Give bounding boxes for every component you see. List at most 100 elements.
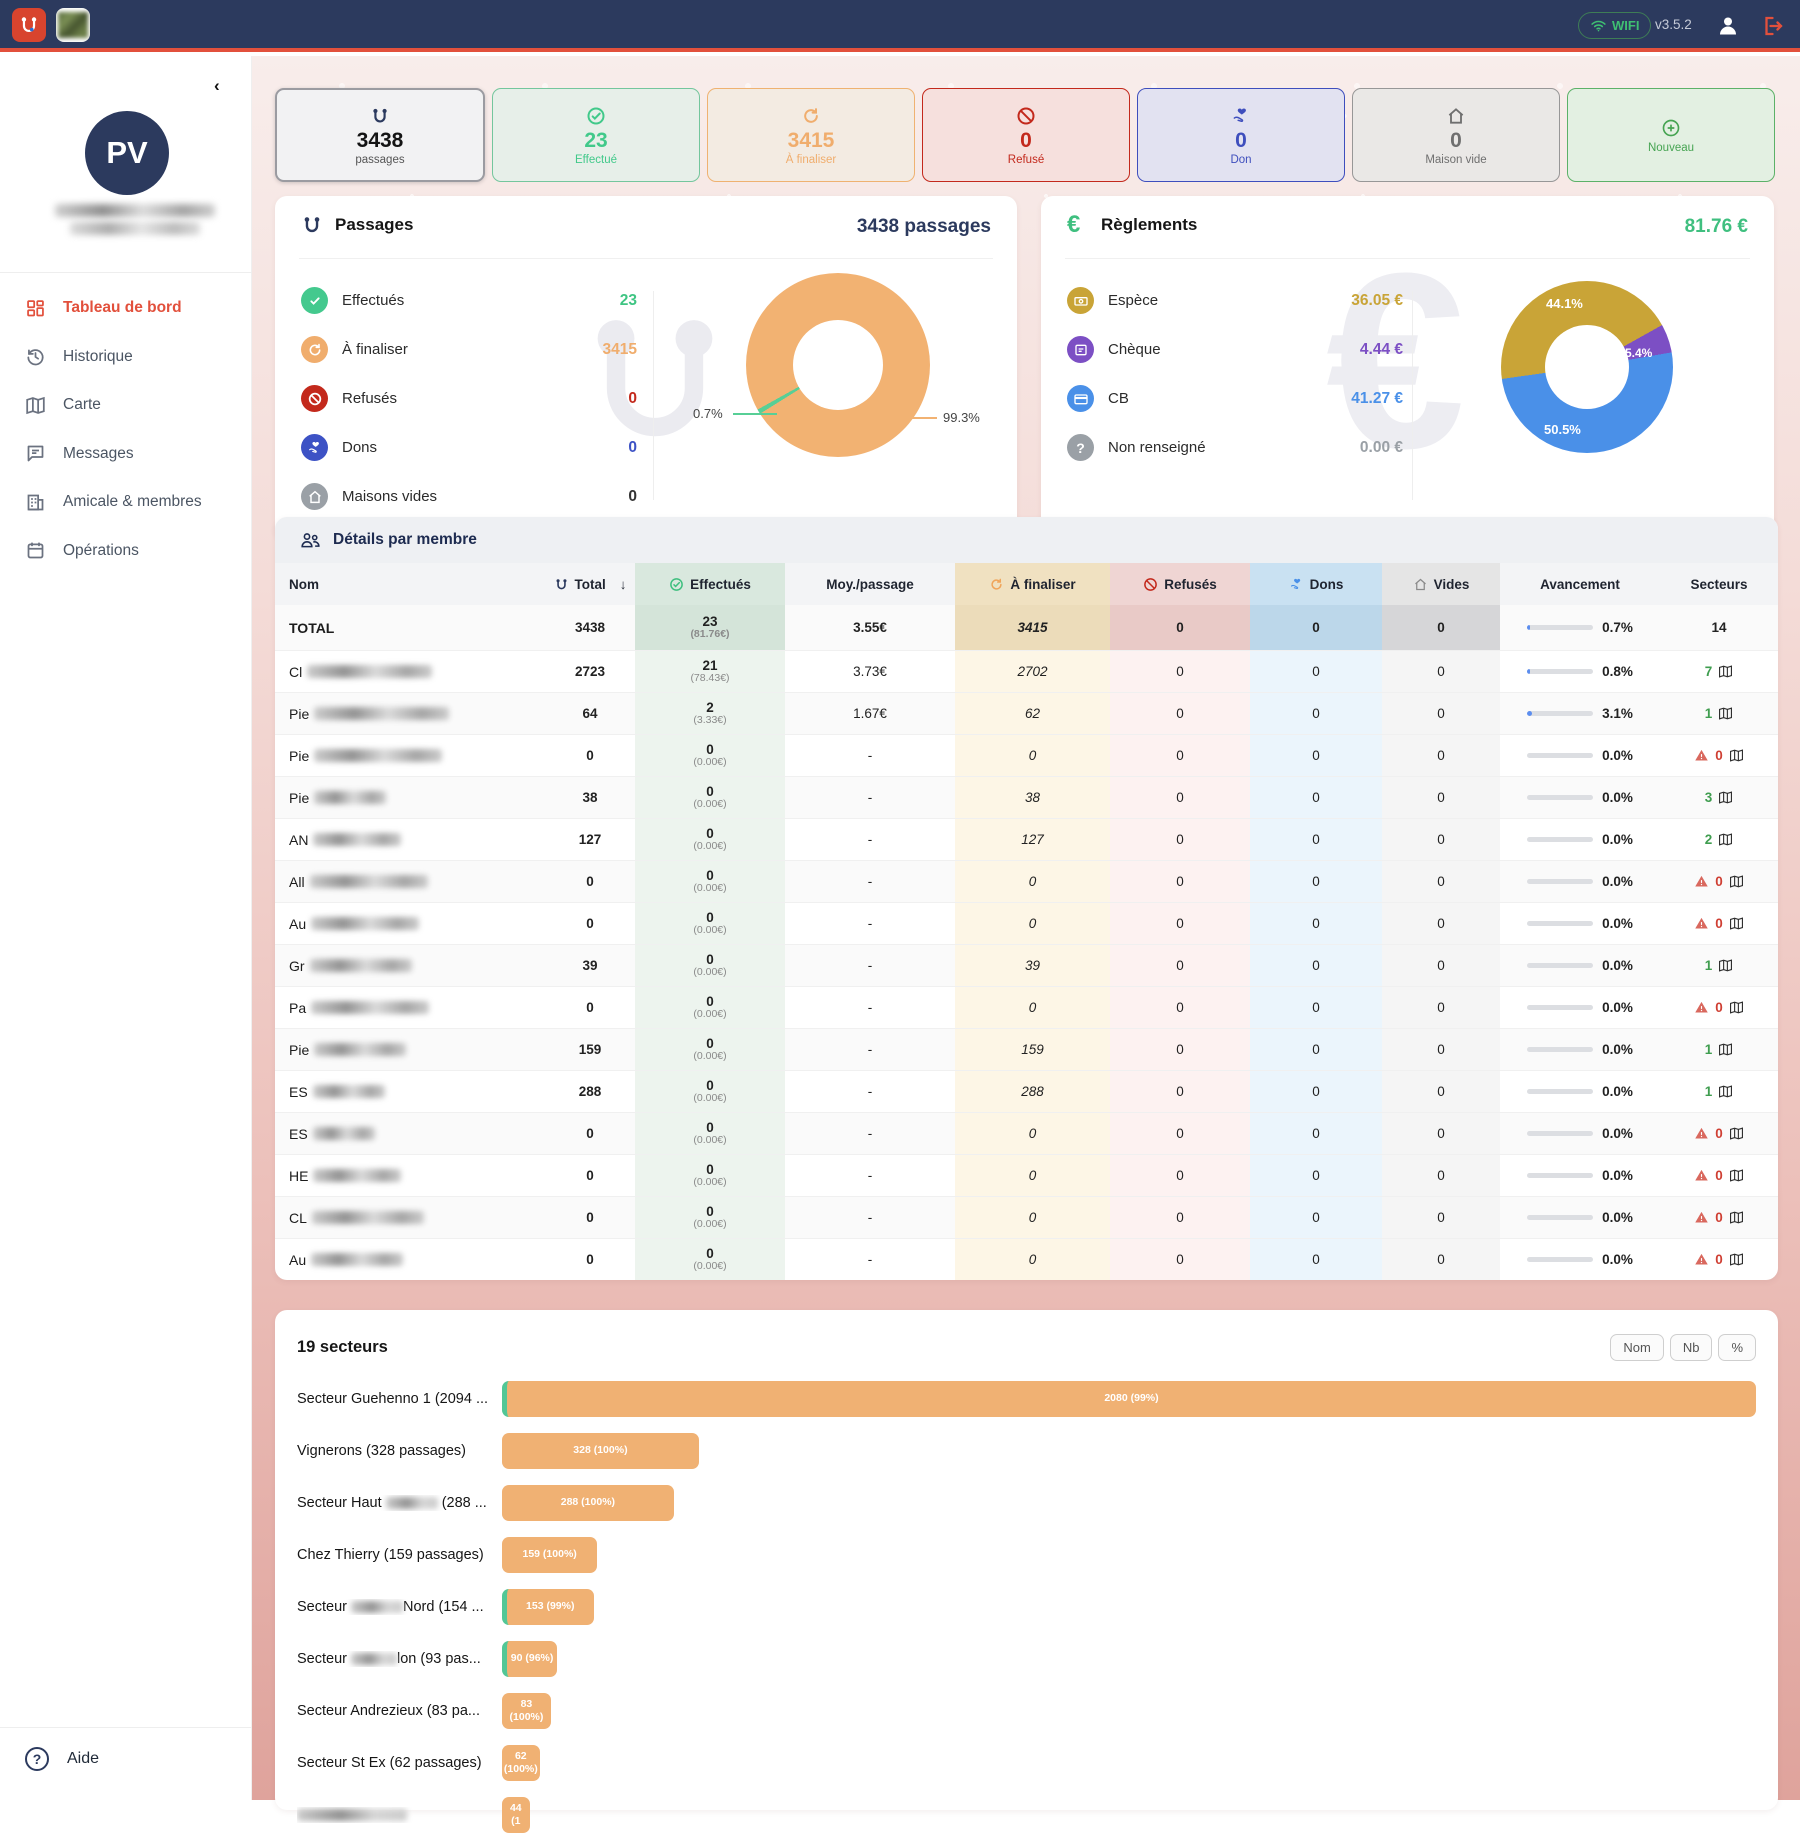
stat-card-afinaliser[interactable]: 3415 À finaliser [707, 88, 915, 182]
sector-bar[interactable]: 153 (99%) [502, 1589, 594, 1625]
map-icon[interactable] [1729, 1168, 1744, 1183]
sectors-bar-list: Secteur Guehenno 1 (2094 ... 2080 (99%) … [297, 1381, 1756, 1833]
table-row[interactable]: Pie 38 0(0.00€) - 38 0 0 0 0.0% 3 [275, 776, 1778, 818]
table-row[interactable]: Au 0 0(0.00€) - 0 0 0 0 0.0% 0 [275, 902, 1778, 944]
column-dons[interactable]: Dons [1250, 563, 1382, 605]
table-row[interactable]: Cl 2723 21(78.43€) 3.73€ 2702 0 0 0 0.8%… [275, 650, 1778, 692]
wifi-status-badge[interactable]: WIFI [1578, 12, 1651, 39]
sectors-toggle-nb[interactable]: Nb [1670, 1334, 1713, 1361]
table-row[interactable]: ES 0 0(0.00€) - 0 0 0 0 0.0% 0 [275, 1112, 1778, 1154]
dashboard-icon [25, 298, 46, 319]
column-effectues[interactable]: Effectués [635, 563, 785, 605]
map-icon[interactable] [1718, 832, 1733, 847]
table-row[interactable]: Gr 39 0(0.00€) - 39 0 0 0 0.0% 1 [275, 944, 1778, 986]
donation-icon [1289, 577, 1304, 592]
map-icon[interactable] [1718, 1042, 1733, 1057]
map-icon[interactable] [1729, 1252, 1744, 1267]
table-row[interactable]: Au 0 0(0.00€) - 0 0 0 0 0.0% 0 [275, 1238, 1778, 1280]
table-row[interactable]: CL 0 0(0.00€) - 0 0 0 0 0.0% 0 [275, 1196, 1778, 1238]
table-row[interactable]: HE 0 0(0.00€) - 0 0 0 0 0.0% 0 [275, 1154, 1778, 1196]
sector-bar-row[interactable]: Secteur lon (93 pas... 90 (96%) [297, 1641, 1756, 1677]
map-icon[interactable] [1729, 1126, 1744, 1141]
stat-card-passages[interactable]: 3438 passages [275, 88, 485, 182]
map-icon[interactable] [1718, 958, 1733, 973]
sidebar-collapse-button[interactable]: ‹ [214, 76, 220, 96]
donut-purple-label: 5.4% [1625, 346, 1652, 360]
stat-card-refuse[interactable]: 0 Refusé [922, 88, 1130, 182]
map-icon[interactable] [1729, 1210, 1744, 1225]
column-vides[interactable]: Vides [1382, 563, 1500, 605]
column-afinaliser[interactable]: À finaliser [955, 563, 1110, 605]
table-row[interactable]: Pa 0 0(0.00€) - 0 0 0 0 0.0% 0 [275, 986, 1778, 1028]
map-icon[interactable] [1729, 748, 1744, 763]
panel-row-Dons: Dons 0 [301, 423, 637, 472]
panel-row-Refusés: Refusés 0 [301, 374, 637, 423]
route-icon [370, 105, 390, 127]
stat-card-maisonvide[interactable]: 0 Maison vide [1352, 88, 1560, 182]
logout-icon[interactable] [1760, 14, 1784, 38]
sector-bar[interactable]: 83 (100%) [502, 1693, 551, 1729]
table-row[interactable]: Pie 64 2(3.33€) 1.67€ 62 0 0 0 3.1% 1 [275, 692, 1778, 734]
sector-bar-row[interactable]: Secteur Andrezieux (83 pa... 83 (100%) [297, 1693, 1756, 1729]
sidebar-item-help[interactable]: ? Aide [0, 1728, 252, 1790]
sectors-card: 19 secteurs NomNb% Secteur Guehenno 1 (2… [275, 1310, 1778, 1810]
sector-bar[interactable]: 288 (100%) [502, 1485, 674, 1521]
sector-bar[interactable]: 328 (100%) [502, 1433, 699, 1469]
sector-bar[interactable]: 159 (100%) [502, 1537, 597, 1573]
sector-bar-row[interactable]: Secteur St Ex (62 passages) 62 (100%) [297, 1745, 1756, 1781]
progress-bar [1527, 1257, 1593, 1262]
sector-bar-row[interactable]: Secteur Haut (288 ... 288 (100%) [297, 1485, 1756, 1521]
column-total[interactable]: Total ↓ [545, 563, 635, 605]
map-icon[interactable] [1718, 664, 1733, 679]
map-icon[interactable] [1718, 1084, 1733, 1099]
sector-bar[interactable]: 62 (100%) [502, 1745, 540, 1781]
stat-card-nouveau[interactable]: Nouveau [1567, 88, 1775, 182]
table-total-row: TOTAL 3438 23(81.76€) 3.55€ 3415 0 0 0 0… [275, 605, 1778, 650]
sidebar-item-history[interactable]: Historique [0, 333, 252, 382]
app-photo-thumbnail[interactable] [56, 8, 90, 42]
sidebar-item-members[interactable]: Amicale & membres [0, 478, 252, 527]
donut-blue-label: 50.5% [1544, 422, 1581, 437]
sector-bar[interactable]: 90 (96%) [502, 1641, 557, 1677]
table-row[interactable]: AN 127 0(0.00€) - 127 0 0 0 0.0% 2 [275, 818, 1778, 860]
sidebar-item-messages[interactable]: Messages [0, 430, 252, 479]
sector-bar[interactable]: 44 (1 [502, 1797, 530, 1833]
sectors-toggle-nom[interactable]: Nom [1610, 1334, 1663, 1361]
progress-bar [1527, 1047, 1593, 1052]
column-nom[interactable]: Nom [275, 563, 545, 605]
user-account-icon[interactable] [1716, 14, 1740, 38]
sector-bar-row[interactable]: Chez Thierry (159 passages) 159 (100%) [297, 1537, 1756, 1573]
map-icon[interactable] [1729, 1000, 1744, 1015]
sidebar-menu: Tableau de bord Historique Carte Message… [0, 284, 252, 575]
sidebar-item-dashboard[interactable]: Tableau de bord [0, 284, 252, 333]
avatar[interactable]: PV [85, 111, 169, 195]
sector-bar-row[interactable]: Vignerons (328 passages) 328 (100%) [297, 1433, 1756, 1469]
table-row[interactable]: ES 288 0(0.00€) - 288 0 0 0 0.0% 1 [275, 1070, 1778, 1112]
column-refuses[interactable]: Refusés [1110, 563, 1250, 605]
stat-card-effectue[interactable]: 23 Effectué [492, 88, 700, 182]
sectors-toggle-pct[interactable]: % [1718, 1334, 1756, 1361]
map-icon[interactable] [1729, 874, 1744, 889]
sector-bar-row[interactable]: Secteur Nord (154 ... 153 (99%) [297, 1589, 1756, 1625]
table-row[interactable]: Pie 159 0(0.00€) - 159 0 0 0 0.0% 1 [275, 1028, 1778, 1070]
sort-desc-icon[interactable]: ↓ [620, 577, 627, 592]
sector-bar-row[interactable]: 44 (1 [297, 1797, 1756, 1833]
panel-row-À finaliser: À finaliser 3415 [301, 325, 637, 374]
sidebar-item-operations[interactable]: Opérations [0, 527, 252, 576]
map-icon[interactable] [1718, 790, 1733, 805]
stat-card-don[interactable]: 0 Don [1137, 88, 1345, 182]
map-icon[interactable] [1729, 916, 1744, 931]
sidebar-item-map[interactable]: Carte [0, 381, 252, 430]
column-avancement[interactable]: Avancement [1500, 563, 1660, 605]
sector-name-redacted [297, 1809, 407, 1821]
sector-bar[interactable]: 2080 (99%) [502, 1381, 1756, 1417]
app-logo-icon[interactable] [12, 8, 46, 42]
sidebar-help-section: ? Aide [0, 1727, 252, 1790]
column-secteurs[interactable]: Secteurs [1660, 563, 1778, 605]
table-row[interactable]: Pie 0 0(0.00€) - 0 0 0 0 0.0% 0 [275, 734, 1778, 776]
sector-bar-row[interactable]: Secteur Guehenno 1 (2094 ... 2080 (99%) [297, 1381, 1756, 1417]
map-icon[interactable] [1718, 706, 1733, 721]
table-row[interactable]: All 0 0(0.00€) - 0 0 0 0 0.0% 0 [275, 860, 1778, 902]
column-moy[interactable]: Moy./passage [785, 563, 955, 605]
check-icon [301, 287, 328, 314]
